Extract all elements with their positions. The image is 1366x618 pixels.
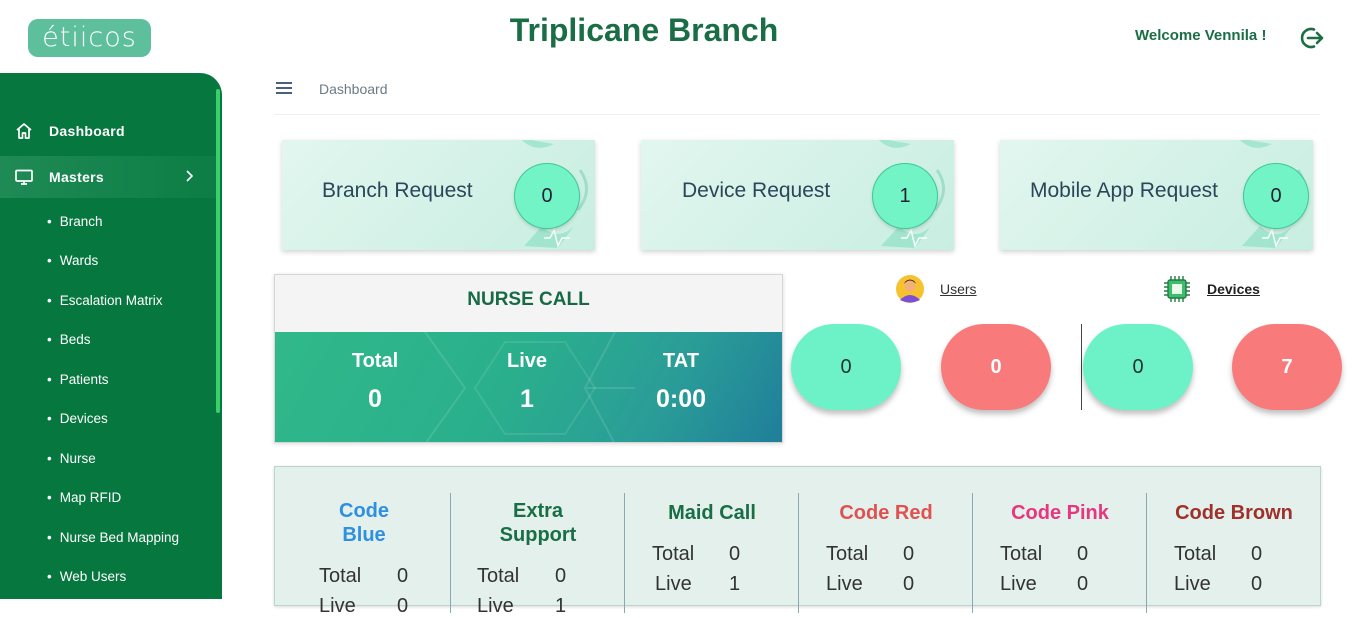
code-title: Code Pink (1011, 502, 1109, 524)
devices-active-count[interactable]: 0 (1083, 324, 1193, 410)
live-value: 0 (1251, 573, 1263, 595)
sidebar-item-masters[interactable]: Masters (0, 156, 216, 198)
logout-icon[interactable] (1299, 25, 1325, 51)
stat-value: 0 (368, 385, 382, 413)
sidebar-subitem-nurse[interactable]: Nurse (47, 451, 96, 466)
live-label: Live (655, 573, 692, 595)
users-active-count[interactable]: 0 (791, 324, 901, 410)
nurse-call-stats: Total 0 Live 1 TAT 0:00 (275, 332, 782, 442)
sidebar-subitem-wards[interactable]: Wards (47, 253, 99, 268)
maid-call-card[interactable]: Maid Call Total 0 Live 1 (624, 493, 798, 613)
live-value: 0 (1077, 573, 1089, 595)
emergency-codes-panel: Code Blue Total 0 Live 0 Extra Support T… (274, 466, 1321, 617)
live-value: 1 (729, 573, 741, 595)
home-icon (16, 123, 32, 139)
code-title: Code Red (839, 502, 933, 524)
live-value: 1 (555, 595, 567, 617)
live-value: 0 (397, 595, 409, 617)
stat-label: TAT (663, 350, 699, 372)
divider (1081, 324, 1082, 410)
device-request-card[interactable]: Device Request 1 (641, 140, 954, 250)
total-label: Total (1000, 543, 1043, 565)
request-count-badge: 0 (515, 164, 579, 228)
code-title: Code Blue (339, 500, 389, 546)
request-label: Device Request (682, 179, 831, 202)
stat-label: Live (506, 350, 548, 372)
stat-value: 1 (520, 385, 534, 413)
total-value: 0 (903, 543, 915, 565)
users-alert-count[interactable]: 0 (941, 324, 1051, 410)
menu-toggle-icon[interactable] (276, 82, 292, 96)
code-blue-card[interactable]: Code Blue Total 0 Live 0 (277, 493, 451, 617)
chip-icon (1164, 276, 1190, 302)
nurse-total-stat: Total 0 (315, 350, 435, 414)
nurse-tat-stat: TAT 0:00 (621, 350, 741, 414)
sidebar-scrollbar[interactable] (216, 89, 220, 413)
live-label: Live (826, 573, 863, 595)
live-value: 0 (903, 573, 915, 595)
users-link[interactable]: Users (940, 281, 977, 297)
nurse-live-stat: Live 1 (467, 350, 587, 414)
monitor-icon (15, 169, 33, 185)
welcome-text: Welcome Vennila ! (1135, 27, 1267, 44)
total-label: Total (826, 543, 869, 565)
devices-link[interactable]: Devices (1207, 281, 1260, 297)
total-value: 0 (729, 543, 741, 565)
sidebar-subitem-beds[interactable]: Beds (47, 332, 91, 347)
live-label: Live (477, 595, 514, 617)
user-avatar-icon (896, 275, 924, 303)
branch-request-card[interactable]: Branch Request 0 (282, 140, 595, 250)
sidebar: Dashboard Masters Branch Wards Escalatio… (0, 73, 222, 599)
sidebar-item-label: Dashboard (49, 123, 125, 139)
sidebar-subitem-devices[interactable]: Devices (47, 411, 108, 426)
chevron-right-icon (186, 170, 194, 182)
total-label: Total (652, 543, 695, 565)
total-label: Total (1174, 543, 1217, 565)
page-title: Triplicane Branch (509, 12, 779, 48)
request-label: Branch Request (322, 179, 473, 202)
sidebar-item-label: Masters (49, 169, 105, 185)
sidebar-subitem-map-rfid[interactable]: Map RFID (47, 490, 122, 505)
divider (274, 114, 1320, 115)
live-label: Live (1000, 573, 1037, 595)
stat-label: Total (351, 350, 399, 372)
top-header: étiicos Triplicane Branch Welcome Vennil… (0, 0, 1366, 73)
nurse-call-card[interactable]: NURSE CALL Total 0 Live 1 TAT 0:00 (274, 274, 783, 443)
sidebar-item-dashboard[interactable]: Dashboard (0, 110, 216, 152)
code-title: Code Brown (1175, 502, 1293, 524)
breadcrumb: Dashboard (319, 81, 388, 97)
total-value: 0 (555, 565, 567, 587)
nurse-call-title: NURSE CALL (275, 275, 782, 332)
devices-alert-count[interactable]: 7 (1232, 324, 1342, 410)
sidebar-subitem-nurse-bed-mapping[interactable]: Nurse Bed Mapping (47, 530, 179, 545)
stat-value: 0:00 (655, 385, 707, 413)
live-label: Live (319, 595, 356, 617)
total-value: 0 (1251, 543, 1263, 565)
live-label: Live (1174, 573, 1211, 595)
total-label: Total (319, 565, 362, 587)
extra-support-card[interactable]: Extra Support Total 0 Live 1 (450, 493, 624, 617)
total-value: 0 (1077, 543, 1089, 565)
request-count-badge: 1 (873, 164, 937, 228)
mobile-app-request-card[interactable]: Mobile App Request 0 (1000, 140, 1313, 250)
sidebar-subitem-escalation-matrix[interactable]: Escalation Matrix (47, 293, 163, 308)
total-label: Total (477, 565, 520, 587)
sidebar-subitem-web-users[interactable]: Web Users (47, 569, 127, 584)
code-pink-card[interactable]: Code Pink Total 0 Live 0 (972, 493, 1146, 613)
sidebar-subitem-branch[interactable]: Branch (47, 214, 103, 229)
total-value: 0 (397, 565, 409, 587)
sidebar-subitem-patients[interactable]: Patients (47, 372, 109, 387)
code-red-card[interactable]: Code Red Total 0 Live 0 (798, 493, 972, 613)
request-label: Mobile App Request (1030, 179, 1218, 202)
request-count-badge: 0 (1244, 164, 1308, 228)
code-title: Extra Support (499, 500, 577, 546)
code-title: Maid Call (668, 502, 756, 524)
code-brown-card[interactable]: Code Brown Total 0 Live 0 (1146, 493, 1320, 613)
